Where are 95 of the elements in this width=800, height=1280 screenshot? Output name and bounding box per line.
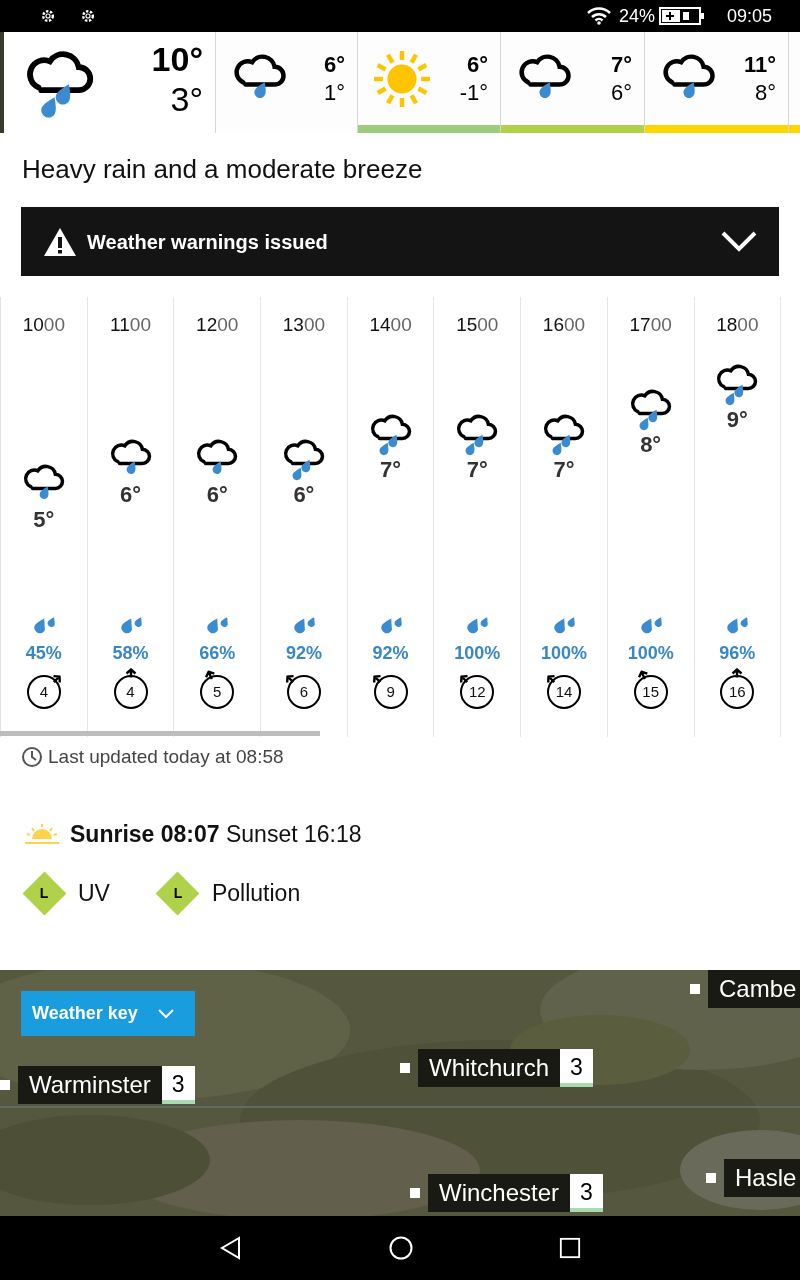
raindrops-icon <box>464 615 491 635</box>
hour-label: 1600 <box>542 313 586 337</box>
hourly-temperature: 8° <box>640 431 662 459</box>
hour-label: 1100 <box>110 313 151 337</box>
index-label: UV <box>78 878 110 908</box>
wind-speed: 4 <box>113 675 148 709</box>
day-card[interactable]: 11° 8° <box>645 32 789 133</box>
chevron-down-icon <box>721 230 757 253</box>
rain-cloud-icon <box>541 412 586 456</box>
hour-label: 1000 <box>22 313 65 337</box>
wind-speed: 16 <box>720 675 755 709</box>
back-icon[interactable] <box>219 1236 243 1260</box>
weather-summary: Heavy rain and a moderate breeze <box>21 153 424 185</box>
day-card[interactable]: 7° 6° <box>501 32 645 133</box>
rain-chance: 100% <box>454 642 501 665</box>
hourly-temperature: 7° <box>380 456 402 484</box>
low-temperature: 1° <box>323 78 345 107</box>
place-name: Cambe <box>708 970 800 1008</box>
home-icon[interactable] <box>389 1236 413 1260</box>
hour-label: 1300 <box>282 313 326 337</box>
hourly-temperature: 6° <box>293 481 315 509</box>
rain-chance: 100% <box>540 642 587 665</box>
place-value: 3 <box>570 1174 603 1212</box>
high-temperature: 6° <box>466 50 488 79</box>
rain-chance: 92% <box>372 642 409 665</box>
recent-apps-icon[interactable] <box>559 1237 581 1259</box>
high-temperature: 6° <box>323 50 345 79</box>
low-temperature: -1° <box>459 78 488 107</box>
high-temperature: 11° <box>743 50 776 79</box>
low-temperature: 8° <box>754 78 776 107</box>
place-value: 3 <box>161 1066 195 1104</box>
rain-cloud-icon <box>628 387 673 431</box>
clock-time: 09:05 <box>726 4 772 28</box>
hour-label: 1700 <box>629 313 672 337</box>
place-marker <box>400 1063 410 1073</box>
clock-icon <box>21 746 43 769</box>
warning-icon <box>43 226 77 257</box>
rain-cloud-icon <box>281 437 326 481</box>
rain-chance: 45% <box>25 642 62 665</box>
raindrops-icon <box>204 615 231 635</box>
place-value: 3 <box>560 1049 593 1087</box>
wifi-icon <box>586 7 611 25</box>
place-name: Warminster <box>18 1066 162 1104</box>
gear-icon <box>40 8 56 24</box>
rain-chance: 66% <box>199 642 236 665</box>
hourly-temperature: 9° <box>726 406 748 434</box>
rain-chance: 58% <box>112 642 149 665</box>
hourly-temperature: 6° <box>206 481 228 509</box>
rain-cloud-icon <box>715 362 760 406</box>
sun-icon <box>374 50 430 107</box>
wind-speed: 12 <box>460 675 495 709</box>
last-updated-text: Last updated today at 08:58 <box>48 745 284 769</box>
hour-label: 1500 <box>456 313 499 337</box>
hour-label: 1800 <box>716 313 759 337</box>
sunrise-icon <box>24 822 60 845</box>
battery-percent: 24% <box>618 4 655 28</box>
raindrops-icon <box>724 615 751 635</box>
high-temperature: 10° <box>151 38 203 79</box>
low-temperature: 6° <box>610 78 632 107</box>
place-name: Whitchurch <box>418 1049 561 1087</box>
place-marker <box>690 984 700 994</box>
high-temperature: 7° <box>610 50 632 79</box>
day-card[interactable]: 10° 3° <box>0 32 216 133</box>
rain-cloud-icon <box>455 412 500 456</box>
wind-speed: 5 <box>200 675 235 709</box>
wind-speed: 4 <box>26 675 61 709</box>
hourly-temperature: 6° <box>120 481 142 509</box>
place-name: Winchester <box>428 1174 571 1212</box>
rain-cloud-icon <box>368 412 413 456</box>
chevron-down-icon <box>157 1008 174 1019</box>
day-card[interactable]: 6° -1° <box>358 32 501 133</box>
wind-speed: 15 <box>633 675 668 709</box>
place-marker <box>0 1080 10 1090</box>
hourly-temperature: 7° <box>553 456 575 484</box>
index-label: Pollution <box>211 878 301 908</box>
place-marker <box>410 1188 420 1198</box>
low-temperature: 3° <box>170 78 203 119</box>
gear-icon <box>80 8 96 24</box>
wind-speed: 14 <box>546 675 581 709</box>
rain-chance: 92% <box>285 642 322 665</box>
level-badge: L <box>155 871 200 915</box>
wind-speed: 6 <box>286 675 321 709</box>
place-name: Hasle <box>724 1159 800 1197</box>
warnings-button[interactable]: Weather warnings issued <box>21 207 779 276</box>
rain-chance: 100% <box>627 642 674 665</box>
level-badge: L <box>22 871 66 915</box>
battery-icon <box>658 7 705 25</box>
rain-chance: 96% <box>719 642 756 665</box>
hourly-temperature: 7° <box>466 456 488 484</box>
hourly-temperature: 5° <box>33 506 55 534</box>
place-marker <box>706 1173 716 1183</box>
wind-speed: 9 <box>373 675 408 709</box>
hour-label: 1200 <box>196 313 239 337</box>
hour-label: 1400 <box>369 313 412 337</box>
sunrise-sunset-text: Sunrise 08:07 Sunset 16:18 <box>70 819 362 849</box>
